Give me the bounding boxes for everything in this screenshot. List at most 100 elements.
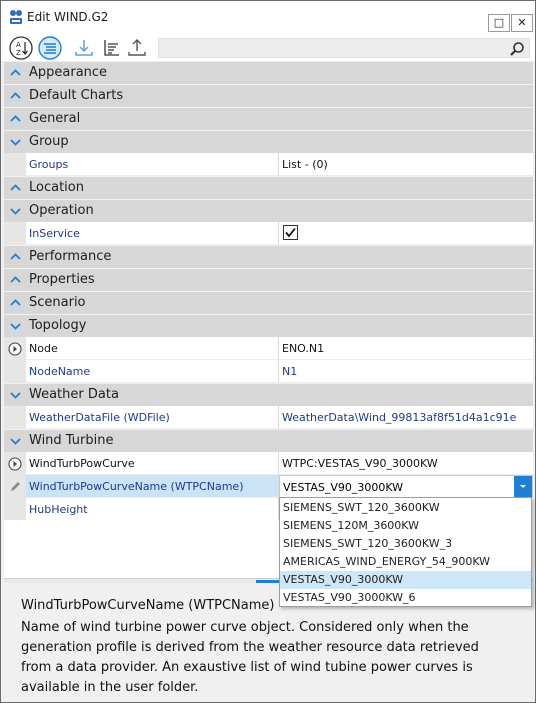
category-gutter xyxy=(4,292,26,314)
category-properties[interactable]: Properties xyxy=(4,268,533,291)
chevron-up-icon[interactable] xyxy=(10,91,21,101)
property-row-groups[interactable]: Groups List - (0) xyxy=(4,153,533,176)
app-icon xyxy=(10,10,22,24)
row-gutter xyxy=(4,222,26,245)
category-label: Properties xyxy=(29,272,95,287)
dropdown-option[interactable]: VESTAS_V90_3000KW_6 xyxy=(280,589,531,607)
chevron-up-icon[interactable] xyxy=(10,68,21,78)
svg-text:A: A xyxy=(16,41,21,49)
toolbar: A Z xyxy=(1,33,535,61)
chevron-down-icon[interactable] xyxy=(10,206,21,216)
expand-circle-icon[interactable] xyxy=(8,342,22,356)
category-label: Scenario xyxy=(29,295,86,310)
chevron-down-icon[interactable] xyxy=(10,390,21,400)
description-text: Name of wind turbine power curve object.… xyxy=(21,620,479,695)
category-topology[interactable]: Topology xyxy=(4,314,533,337)
dropdown-option[interactable]: SIEMENS_SWT_120_3600KW_3 xyxy=(280,535,531,553)
category-label: General xyxy=(29,111,81,126)
chevron-up-icon[interactable] xyxy=(10,252,21,262)
property-name[interactable]: HubHeight xyxy=(26,498,279,521)
category-gutter xyxy=(4,200,26,222)
download-icon[interactable] xyxy=(72,36,96,60)
category-general[interactable]: General xyxy=(4,107,533,130)
category-label: Performance xyxy=(29,249,112,264)
category-group[interactable]: Group xyxy=(4,130,533,153)
category-label: Appearance xyxy=(29,65,108,80)
category-label: Default Charts xyxy=(29,88,124,103)
category-label: Location xyxy=(29,180,84,195)
sort-alphabetical-icon[interactable]: A Z xyxy=(9,36,33,60)
upload-icon[interactable] xyxy=(125,36,149,60)
edit-dialog: Edit WIND.G2 □ ✕ A Z Appearance Default … xyxy=(0,0,536,703)
inservice-checkbox[interactable] xyxy=(283,225,298,240)
category-gutter xyxy=(4,177,26,199)
category-location[interactable]: Location xyxy=(4,176,533,199)
row-gutter xyxy=(4,337,26,360)
category-gutter xyxy=(4,62,26,84)
category-default-charts[interactable]: Default Charts xyxy=(4,84,533,107)
chevron-up-icon[interactable] xyxy=(10,183,21,193)
property-row-nodename[interactable]: NodeName N1 xyxy=(4,360,533,383)
property-name[interactable]: WeatherDataFile (WDFile) xyxy=(26,406,279,429)
property-name[interactable]: NodeName xyxy=(26,360,279,383)
row-gutter xyxy=(4,475,26,498)
title-bar: Edit WIND.G2 □ ✕ xyxy=(1,1,535,33)
chevron-down-icon[interactable] xyxy=(10,321,21,331)
property-row-weatherdatafile[interactable]: WeatherDataFile (WDFile) WeatherData\Win… xyxy=(4,406,533,429)
property-row-node[interactable]: Node ENO.N1 xyxy=(4,337,533,360)
svg-text:Z: Z xyxy=(16,49,21,57)
property-value[interactable]: WTPC:VESTAS_V90_3000KW xyxy=(279,452,533,475)
chevron-up-icon[interactable] xyxy=(10,114,21,124)
property-row-inservice[interactable]: InService xyxy=(4,222,533,245)
category-wind-turbine[interactable]: Wind Turbine xyxy=(4,429,533,452)
property-row-wtpcname[interactable]: WindTurbPowCurveName (WTPCName) VESTAS_V… xyxy=(4,475,533,498)
chevron-down-icon xyxy=(520,485,526,488)
category-gutter xyxy=(4,384,26,406)
sort-descending-icon[interactable] xyxy=(99,36,123,60)
dropdown-option[interactable]: SIEMENS_120M_3600KW xyxy=(280,517,531,535)
dropdown-toggle-button[interactable] xyxy=(514,476,532,497)
wtpcname-dropdown[interactable]: VESTAS_V90_3000KW xyxy=(279,475,533,498)
row-gutter xyxy=(4,153,26,176)
category-performance[interactable]: Performance xyxy=(4,245,533,268)
property-name[interactable]: Node xyxy=(26,337,279,360)
category-label: Weather Data xyxy=(29,387,119,402)
property-value[interactable]: ENO.N1 xyxy=(279,337,533,360)
property-name[interactable]: WindTurbPowCurve xyxy=(26,452,279,475)
chevron-up-icon[interactable] xyxy=(10,275,21,285)
category-gutter xyxy=(4,269,26,291)
property-row-windturbpowcurve[interactable]: WindTurbPowCurve WTPC:VESTAS_V90_3000KW xyxy=(4,452,533,475)
category-appearance[interactable]: Appearance xyxy=(4,61,533,84)
dropdown-list: SIEMENS_SWT_120_3600KW SIEMENS_120M_3600… xyxy=(279,497,532,607)
category-gutter xyxy=(4,108,26,130)
category-weather-data[interactable]: Weather Data xyxy=(4,383,533,406)
description-title: WindTurbPowCurveName (WTPCName) xyxy=(21,598,275,613)
dropdown-option[interactable]: SIEMENS_SWT_120_3600KW xyxy=(280,499,531,517)
dropdown-option-selected[interactable]: VESTAS_V90_3000KW xyxy=(280,571,531,589)
category-operation[interactable]: Operation xyxy=(4,199,533,222)
restore-button[interactable]: □ xyxy=(488,14,510,32)
category-label: Group xyxy=(29,134,69,149)
property-value[interactable]: N1 xyxy=(279,360,533,383)
category-scenario[interactable]: Scenario xyxy=(4,291,533,314)
property-value[interactable]: List - (0) xyxy=(279,153,533,176)
expand-circle-icon[interactable] xyxy=(8,457,22,471)
row-gutter xyxy=(4,498,26,521)
property-name[interactable]: InService xyxy=(26,222,279,245)
chevron-up-icon[interactable] xyxy=(10,298,21,308)
chevron-down-icon[interactable] xyxy=(10,137,21,147)
close-button[interactable]: ✕ xyxy=(511,14,533,32)
categorized-icon[interactable] xyxy=(38,36,62,60)
chevron-down-icon[interactable] xyxy=(10,436,21,446)
search-icon[interactable] xyxy=(509,41,525,57)
dropdown-option[interactable]: AMERICAS_WIND_ENERGY_54_900KW xyxy=(280,553,531,571)
pencil-icon xyxy=(11,482,20,491)
category-gutter xyxy=(4,246,26,268)
search-input[interactable] xyxy=(158,38,530,58)
property-name[interactable]: WindTurbPowCurveName (WTPCName) xyxy=(26,475,279,498)
property-value[interactable]: WeatherData\Wind_99813af8f51d4a1c91e xyxy=(279,406,533,429)
property-name[interactable]: Groups xyxy=(26,153,279,176)
row-gutter xyxy=(4,360,26,383)
category-gutter xyxy=(4,430,26,452)
checkmark-icon xyxy=(285,227,296,238)
